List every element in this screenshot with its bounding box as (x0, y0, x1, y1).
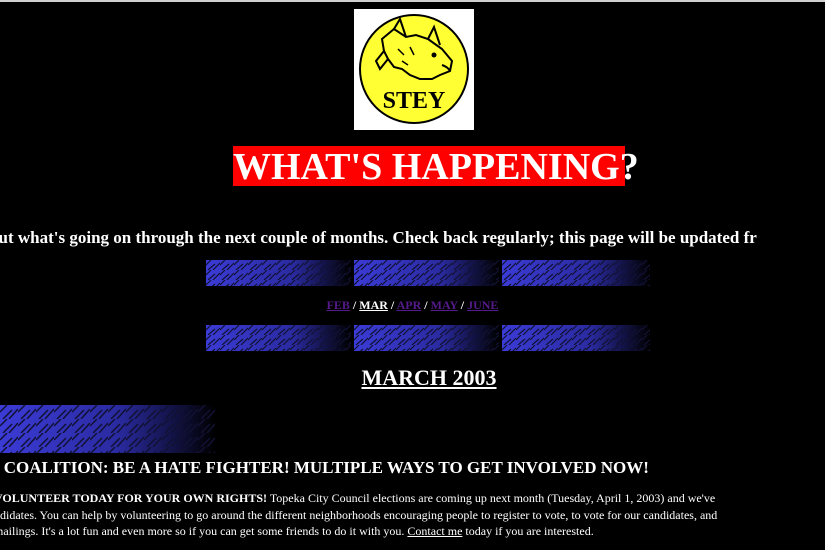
page: STEY WHAT'S HAPPENING? out what's going … (0, 0, 825, 550)
nav-separator: / (460, 298, 465, 312)
nav-may-link[interactable]: MAY (431, 298, 458, 312)
divider-tile (206, 260, 351, 286)
nav-june-link[interactable]: JUNE (467, 298, 498, 312)
paragraph-text: today if you are interested. (462, 524, 594, 538)
paragraph-line: mailings. It's a lot fun and even more s… (0, 523, 825, 540)
coalition-headline: S COALITION: BE A HATE FIGHTER! MULTIPLE… (0, 458, 649, 477)
nav-separator: / (352, 298, 357, 312)
logo-text: STEY (383, 88, 446, 114)
bulldog-logo-icon: STEY (359, 14, 469, 124)
paragraph-text: mailings. It's a lot fun and even more s… (0, 524, 408, 538)
paragraph-line: VOLUNTEER TODAY FOR YOUR OWN RIGHTS! Top… (0, 490, 825, 507)
volunteer-lead: VOLUNTEER TODAY FOR YOUR OWN RIGHTS! (0, 491, 268, 505)
divider-tile (354, 260, 499, 286)
divider-tile (502, 325, 650, 351)
nav-separator: / (390, 298, 395, 312)
nav-separator: / (424, 298, 428, 312)
divider-tile (354, 325, 499, 351)
window-top-border (0, 0, 825, 2)
divider-tile (502, 260, 650, 286)
nav-apr-link[interactable]: APR (397, 298, 422, 312)
month-heading: MARCH 2003 (361, 365, 497, 390)
divider-tile (206, 325, 351, 351)
volunteer-paragraph: VOLUNTEER TODAY FOR YOUR OWN RIGHTS! Top… (0, 490, 825, 540)
section-tile (0, 405, 215, 453)
paragraph-line: ndidates. You can help by volunteering t… (0, 507, 718, 522)
contact-link[interactable]: Contact me (407, 524, 462, 538)
paragraph-text: Topeka City Council elections are coming… (267, 491, 716, 505)
page-title: WHAT'S HAPPENING? (233, 146, 639, 188)
intro-text: out what's going on through the next cou… (0, 228, 757, 247)
stey-logo: STEY (354, 9, 474, 130)
month-nav: FEB / MAR / APR / MAY / JUNE (0, 297, 825, 313)
nav-feb-link[interactable]: FEB (327, 298, 350, 312)
nav-mar-link[interactable]: MAR (359, 298, 388, 312)
